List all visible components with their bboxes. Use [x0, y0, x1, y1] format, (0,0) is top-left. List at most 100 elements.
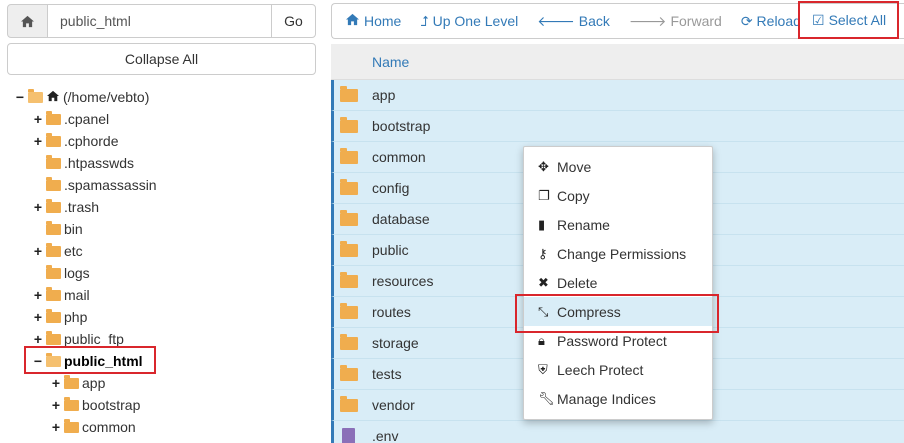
tree-item-label: .trash: [64, 199, 100, 215]
tree-item-label: .cphorde: [64, 133, 119, 149]
selected-folder-highlight: [24, 346, 156, 374]
path-input[interactable]: [48, 4, 271, 38]
expand-toggle[interactable]: +: [32, 309, 44, 325]
collapse-all-button[interactable]: Collapse All: [7, 43, 316, 75]
select-all-button[interactable]: ☑ Select All: [798, 1, 899, 39]
expand-toggle[interactable]: +: [50, 397, 62, 413]
menu-item-delete[interactable]: ✖ Delete: [524, 268, 712, 297]
menu-item-leech-protect[interactable]: ⛨ Leech Protect: [524, 355, 712, 384]
file-name: vendor: [372, 397, 415, 413]
reload-button[interactable]: ⟳ Reload: [728, 4, 807, 38]
menu-item-manage-indices[interactable]: 🔧︎ Manage Indices: [524, 384, 712, 413]
collapse-toggle[interactable]: −: [14, 89, 26, 105]
file-name: public: [372, 242, 409, 258]
file-row[interactable]: .env: [331, 421, 904, 443]
move-icon: ✥: [538, 158, 549, 174]
file-icon: ▮: [538, 216, 546, 232]
folder-icon: [46, 242, 61, 257]
expand-toggle[interactable]: +: [32, 287, 44, 303]
select-all-label: Select All: [828, 12, 887, 28]
file-name: app: [372, 87, 396, 103]
folder-icon: [340, 210, 358, 226]
tree-item[interactable]: bin: [32, 218, 83, 240]
expand-toggle[interactable]: +: [32, 111, 44, 127]
home-button[interactable]: [7, 4, 48, 38]
menu-item-label: Password Protect: [557, 332, 667, 349]
folder-icon: [340, 272, 358, 288]
folder-icon: [46, 286, 61, 301]
context-menu: ✥ Move ❐ Copy ▮ Rename ⚷ Change Permissions ✖ Del…: [523, 146, 713, 420]
tree-item[interactable]: + common: [50, 416, 136, 438]
file-name: .env: [372, 428, 399, 443]
folder-icon: [46, 154, 61, 169]
file-name: config: [372, 180, 410, 196]
menu-item-label: Copy: [557, 187, 590, 204]
folder-icon: [64, 396, 79, 411]
menu-item-label: Rename: [557, 216, 610, 233]
menu-item-rename[interactable]: ▮ Rename: [524, 210, 712, 239]
folder-icon: [64, 374, 79, 389]
menu-item-label: Change Permissions: [557, 245, 687, 262]
tree-item[interactable]: + mail: [32, 284, 90, 306]
folder-icon: [46, 176, 61, 191]
back-button[interactable]: 🡐 Back: [524, 4, 616, 38]
tree-item[interactable]: .htpasswds: [32, 152, 134, 174]
reload-label: Reload: [756, 13, 801, 29]
tree-item[interactable]: + etc: [32, 240, 83, 262]
tree-item-label: .spamassassin: [64, 177, 157, 193]
expand-toggle[interactable]: +: [32, 331, 44, 347]
folder-icon: [46, 308, 61, 323]
tree-item[interactable]: + .cphorde: [32, 130, 118, 152]
file-row[interactable]: app: [331, 80, 904, 111]
directory-panel: Go Collapse All − (/home/vebto) + .cpanel…: [0, 0, 322, 443]
file-name: routes: [372, 304, 411, 320]
expand-toggle[interactable]: +: [50, 419, 62, 435]
lock-icon: 🔒︎: [538, 332, 545, 348]
expand-toggle[interactable]: +: [32, 243, 44, 259]
tree-root-label: (/home/vebto): [63, 89, 150, 105]
file-name: tests: [372, 366, 402, 382]
up-one-level-button[interactable]: ⮥ Up One Level: [407, 4, 524, 38]
forward-label: Forward: [670, 13, 722, 29]
home-button[interactable]: Home: [332, 4, 407, 38]
folder-icon: [46, 110, 61, 125]
tree-item[interactable]: logs: [32, 262, 90, 284]
level-up-icon: ⮥: [420, 12, 429, 29]
tree-item[interactable]: .spamassassin: [32, 174, 157, 196]
tree-item-label: public_ftp: [64, 331, 124, 347]
tree-item-label: .htpasswds: [64, 155, 135, 171]
tree-item[interactable]: + php: [32, 306, 87, 328]
name-column-header[interactable]: Name: [372, 54, 409, 70]
home-icon: [345, 13, 360, 29]
folder-icon: [46, 198, 61, 213]
home-icon: [21, 15, 34, 27]
tree-item[interactable]: + bootstrap: [50, 394, 140, 416]
file-name: storage: [372, 335, 419, 351]
back-label: Back: [578, 13, 610, 29]
go-button[interactable]: Go: [271, 4, 316, 38]
expand-toggle[interactable]: +: [32, 133, 44, 149]
expand-toggle[interactable]: +: [32, 199, 44, 215]
menu-item-change-permissions[interactable]: ⚷ Change Permissions: [524, 239, 712, 268]
tree-item-label: app: [82, 375, 106, 391]
file-name: database: [372, 211, 430, 227]
tree-item-label: logs: [64, 265, 90, 281]
forward-button[interactable]: 🡒 Forward: [616, 4, 728, 38]
tree-item-label: bootstrap: [82, 397, 141, 413]
menu-item-move[interactable]: ✥ Move: [524, 152, 712, 181]
tree-item[interactable]: + app: [50, 372, 105, 394]
menu-item-copy[interactable]: ❐ Copy: [524, 181, 712, 210]
folder-icon: [340, 86, 358, 102]
folder-icon: [340, 303, 358, 319]
tree-item[interactable]: + .trash: [32, 196, 99, 218]
folder-icon: [46, 330, 61, 345]
tree-root[interactable]: − (/home/vebto): [14, 86, 149, 108]
tree-item[interactable]: + .cpanel: [32, 108, 109, 130]
menu-item-label: Delete: [557, 274, 598, 291]
expand-toggle[interactable]: +: [50, 375, 62, 391]
tree-item-label: bin: [64, 221, 83, 237]
arrow-right-icon: 🡒: [628, 12, 667, 29]
file-icon: [342, 428, 355, 443]
file-row[interactable]: bootstrap: [331, 111, 904, 142]
close-icon: ✖: [538, 274, 549, 290]
